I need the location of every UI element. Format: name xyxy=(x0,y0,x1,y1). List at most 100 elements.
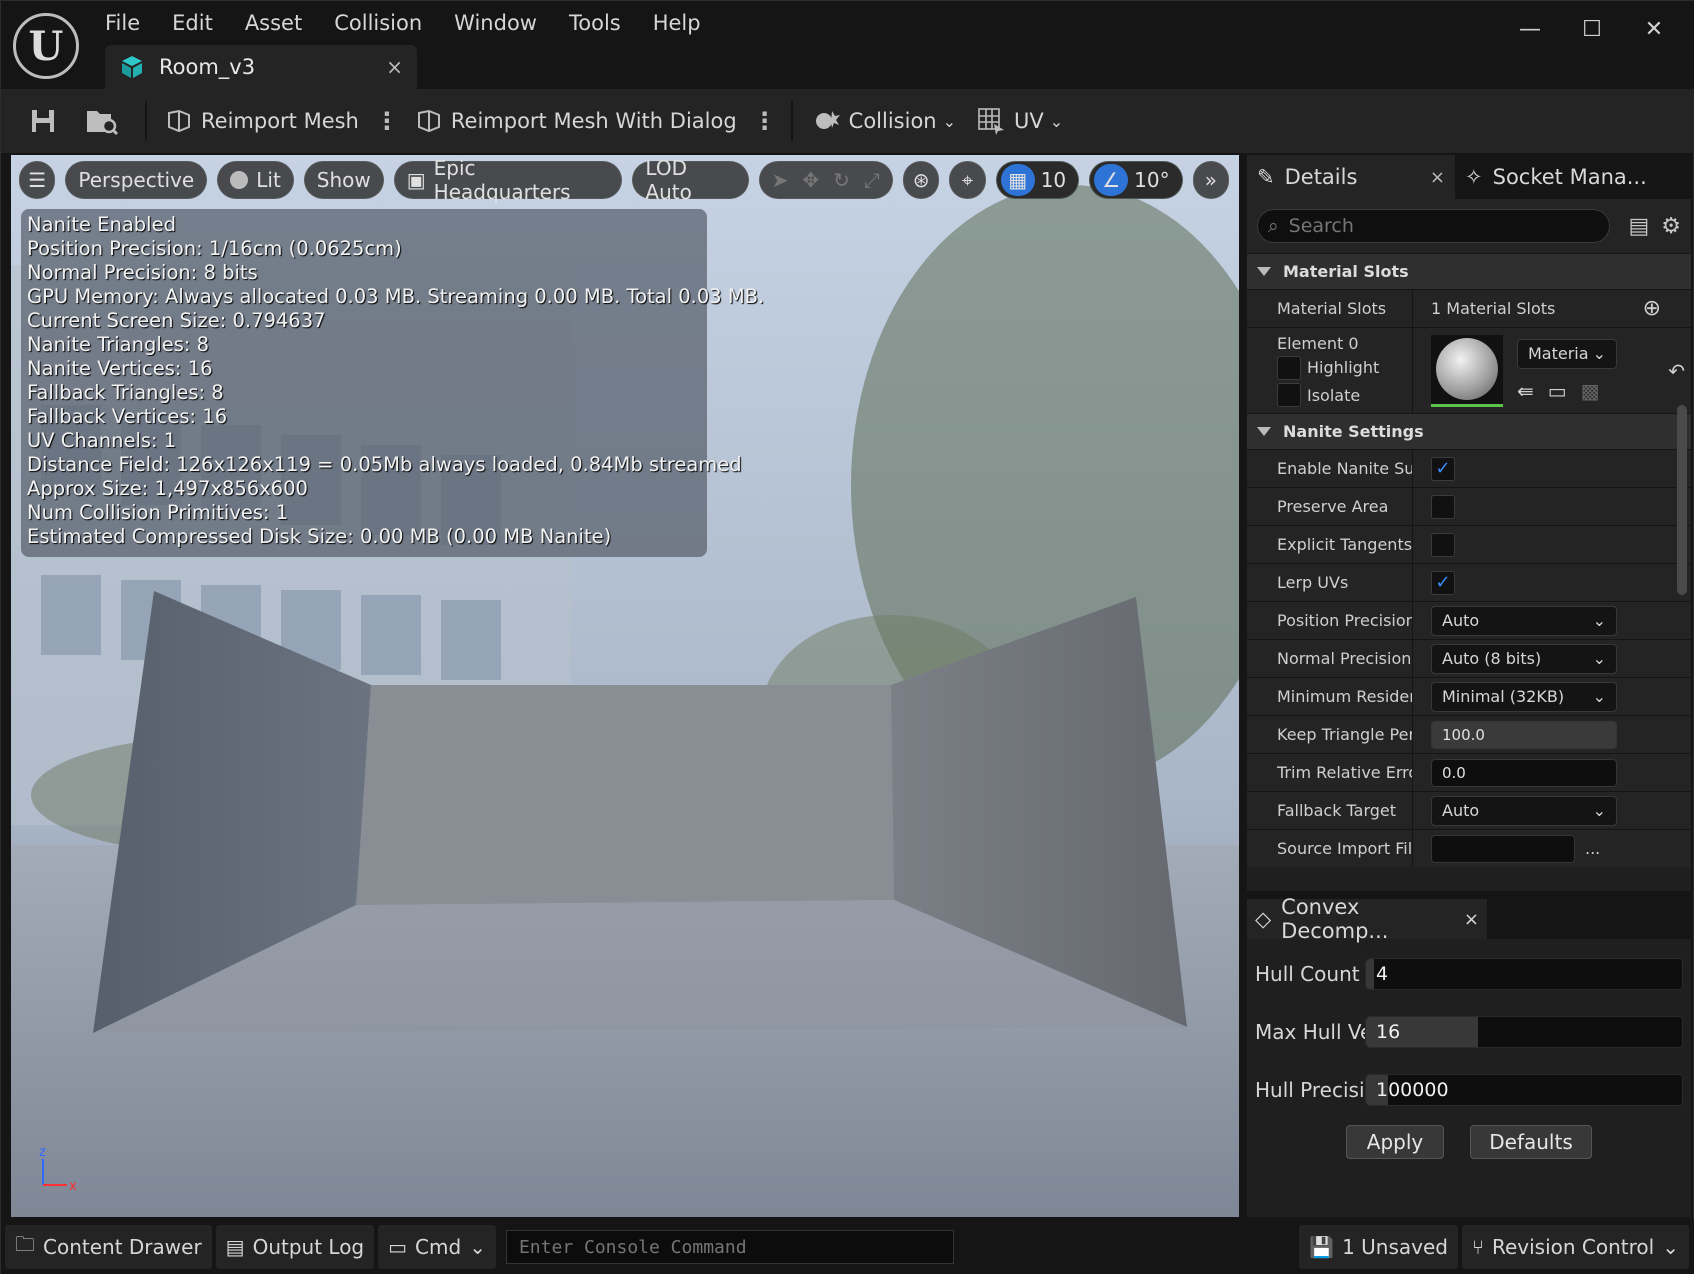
perspective-button[interactable]: Perspective xyxy=(65,161,208,199)
minimize-button[interactable]: — xyxy=(1499,9,1561,49)
hull-count-field[interactable]: 4 xyxy=(1365,958,1683,990)
tab-details[interactable]: ✎ Details × xyxy=(1247,155,1455,199)
table-view-icon[interactable]: ▤ xyxy=(1628,214,1649,239)
document-tab-close-icon[interactable]: × xyxy=(386,55,403,79)
document-tab[interactable]: Room_v3 × xyxy=(105,45,417,89)
nanite-row-value-cell: Minimal (32KB) ⌄ xyxy=(1413,678,1691,715)
rotation-snap-button[interactable]: ∠ 10° xyxy=(1089,161,1183,199)
menu-asset[interactable]: Asset xyxy=(229,7,318,39)
reimport-icon xyxy=(168,109,190,133)
reset-arrow-icon[interactable]: ↶ xyxy=(1668,359,1685,383)
nanite-row-value-cell: 0.0 xyxy=(1413,754,1691,791)
nanite-checkbox[interactable] xyxy=(1431,494,1455,519)
nanite-dropdown[interactable]: Auto ⌄ xyxy=(1431,795,1617,826)
add-circle-icon[interactable]: ⊕ xyxy=(1643,296,1661,321)
surface-snap-button[interactable]: ⌖ xyxy=(949,161,986,199)
menu-collision[interactable]: Collision xyxy=(318,7,438,39)
reimport-dialog-button[interactable]: Reimport Mesh With Dialog xyxy=(405,99,747,143)
nanite-row-value-cell: Auto ⌄ xyxy=(1413,792,1691,829)
stat-line: Approx Size: 1,497x856x600 xyxy=(27,477,308,500)
max-hull-verts-field[interactable]: 16 xyxy=(1365,1016,1683,1048)
nanite-checkbox[interactable]: ✓ xyxy=(1431,570,1455,595)
content-drawer-label: Content Drawer xyxy=(43,1235,202,1259)
browse-folder-icon[interactable]: ▭ xyxy=(1548,379,1567,403)
reimport-dialog-options-icon[interactable]: ⋮ xyxy=(747,107,783,135)
save-button[interactable] xyxy=(19,99,75,143)
tab-convex-decomposition[interactable]: ◇ Convex Decomp... × xyxy=(1247,895,1487,943)
reimport-options-icon[interactable]: ⋮ xyxy=(369,107,405,135)
revision-control-button[interactable]: ⑂ Revision Control ⌄ xyxy=(1461,1225,1689,1269)
lit-button[interactable]: Lit xyxy=(217,161,294,199)
grid-snap-button[interactable]: ▦ 10 xyxy=(995,161,1080,199)
material-slots-value-cell: 1 Material Slots ⊕ xyxy=(1413,290,1691,327)
use-selected-icon[interactable]: ⇚ xyxy=(1517,379,1534,403)
menu-tools[interactable]: Tools xyxy=(553,7,637,39)
isolate-checkbox[interactable] xyxy=(1277,383,1301,408)
environment-button[interactable]: ▣ Epic Headquarters xyxy=(393,156,623,204)
nanite-dropdown-label: Auto xyxy=(1442,801,1480,820)
menu-edit[interactable]: Edit xyxy=(156,7,229,39)
show-button[interactable]: Show xyxy=(303,161,384,199)
material-dropdown-label: Materia xyxy=(1528,344,1589,363)
nanite-checkbox[interactable]: ✓ xyxy=(1431,456,1455,481)
isolate-option: Isolate xyxy=(1277,383,1360,408)
checker-icon[interactable]: ▩ xyxy=(1581,379,1600,403)
defaults-button[interactable]: Defaults xyxy=(1470,1125,1592,1159)
apply-button[interactable]: Apply xyxy=(1346,1125,1444,1159)
tab-details-close-icon[interactable]: × xyxy=(1430,167,1445,188)
gear-icon[interactable]: ⚙ xyxy=(1661,214,1681,239)
lod-button[interactable]: LOD Auto xyxy=(632,156,749,204)
category-nanite-label: Nanite Settings xyxy=(1283,422,1424,441)
category-nanite-settings[interactable]: Nanite Settings xyxy=(1247,413,1691,449)
nanite-dropdown[interactable]: Auto ⌄ xyxy=(1431,605,1617,636)
content-drawer-button[interactable]: 🗀 Content Drawer xyxy=(5,1225,212,1269)
nanite-row-value-cell: ✓ xyxy=(1413,450,1691,487)
search-input[interactable] xyxy=(1288,215,1549,237)
browse-file-icon[interactable]: ... xyxy=(1585,839,1600,858)
nanite-number-field[interactable]: 0.0 xyxy=(1431,758,1617,787)
cmd-dropdown[interactable]: ▭ Cmd ⌄ xyxy=(378,1225,496,1269)
reimport-mesh-button[interactable]: Reimport Mesh xyxy=(155,99,369,143)
nanite-row: Fallback Target Auto ⌄ xyxy=(1247,791,1691,829)
material-dropdown[interactable]: Materia ⌄ xyxy=(1517,338,1617,369)
uv-dropdown[interactable]: UV ⌄ xyxy=(966,99,1073,143)
tab-convex-close-icon[interactable]: × xyxy=(1464,909,1479,930)
hull-precision-field[interactable]: 100000 xyxy=(1365,1074,1683,1106)
convex-icon: ◇ xyxy=(1255,907,1272,931)
viewport-expand-button[interactable]: » xyxy=(1192,161,1230,199)
tab-socket-manager[interactable]: ✧ Socket Mana... xyxy=(1455,155,1657,199)
chevron-down-icon: ⌄ xyxy=(1592,801,1606,820)
details-scrollbar[interactable] xyxy=(1677,405,1687,595)
material-slots-row: Material Slots 1 Material Slots ⊕ xyxy=(1247,289,1691,327)
category-material-slots[interactable]: Material Slots xyxy=(1247,253,1691,289)
nanite-row-label: Enable Nanite Sup| xyxy=(1247,450,1413,487)
collision-dropdown[interactable]: Collision ⌄ xyxy=(801,99,966,143)
move-icon[interactable]: ✥ xyxy=(802,168,819,192)
menu-window[interactable]: Window xyxy=(438,7,553,39)
source-file-field[interactable] xyxy=(1431,834,1575,863)
close-window-button[interactable]: ✕ xyxy=(1623,9,1685,49)
menu-help[interactable]: Help xyxy=(637,7,717,39)
menu-file[interactable]: File xyxy=(89,7,156,39)
scale-icon[interactable]: ⤢ xyxy=(864,168,880,192)
coordinate-space-button[interactable]: ⊛ xyxy=(902,161,940,199)
nanite-dropdown-label: Auto (8 bits) xyxy=(1442,649,1542,668)
viewport[interactable]: ☰ Perspective Lit Show ▣ Epic Headquarter… xyxy=(11,155,1239,1217)
select-arrow-icon[interactable]: ➤ xyxy=(772,168,789,192)
material-thumbnail[interactable] xyxy=(1431,334,1503,407)
nanite-dropdown[interactable]: Auto (8 bits) ⌄ xyxy=(1431,643,1617,674)
browse-button[interactable] xyxy=(75,99,137,143)
unsaved-button[interactable]: 💾 1 Unsaved xyxy=(1299,1225,1458,1269)
output-log-button[interactable]: ▤ Output Log xyxy=(215,1225,375,1269)
rotate-icon[interactable]: ↻ xyxy=(833,168,850,192)
maximize-button[interactable]: ☐ xyxy=(1561,9,1623,49)
highlight-checkbox[interactable] xyxy=(1277,355,1301,380)
nanite-number-field[interactable]: 100.0 xyxy=(1431,720,1617,749)
tab-socket-label: Socket Mana... xyxy=(1492,165,1647,189)
nanite-dropdown[interactable]: Minimal (32KB) ⌄ xyxy=(1431,681,1617,712)
unreal-logo-icon[interactable]: U xyxy=(13,13,79,79)
convex-tab-row: ◇ Convex Decomp... × xyxy=(1247,895,1691,943)
viewport-menu-button[interactable]: ☰ xyxy=(19,161,56,199)
console-input[interactable] xyxy=(518,1236,939,1258)
nanite-checkbox[interactable] xyxy=(1431,532,1455,557)
